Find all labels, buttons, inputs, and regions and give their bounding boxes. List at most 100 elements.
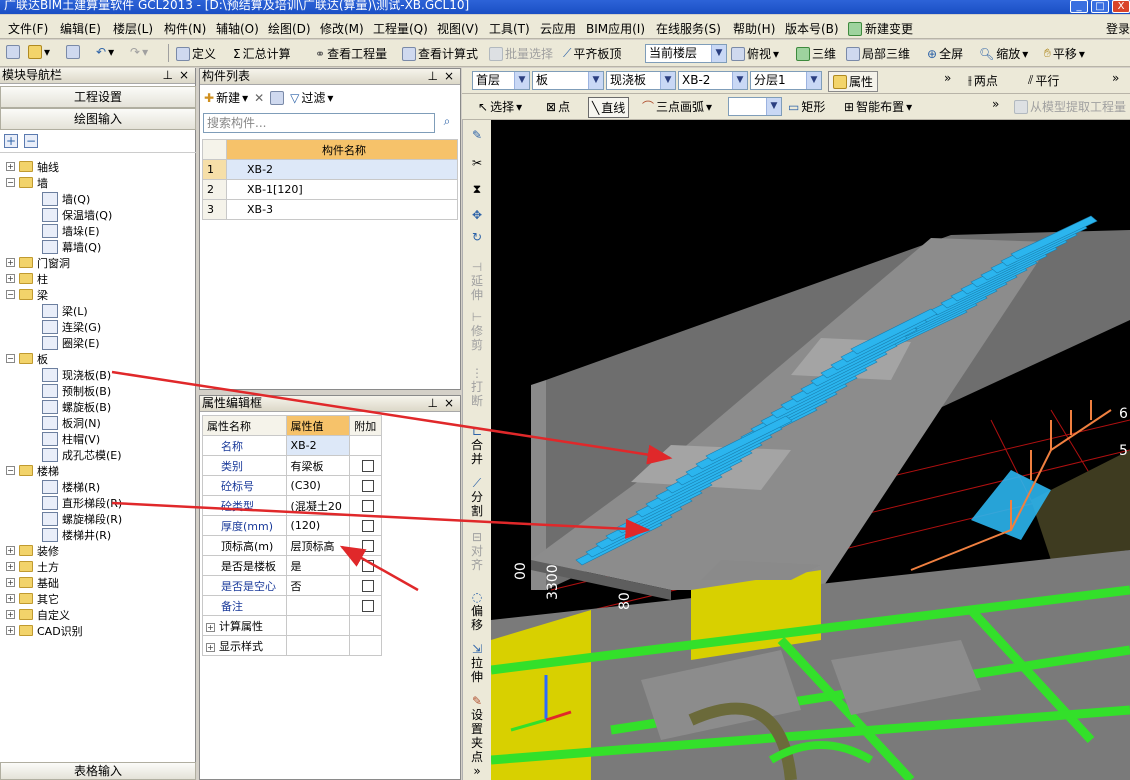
collapse-icon[interactable]: − — [6, 354, 15, 363]
copy-icon[interactable] — [270, 90, 285, 105]
menu-quantity[interactable]: 工程量(Q) — [373, 20, 428, 37]
expand-icon[interactable]: + — [6, 162, 15, 171]
batch-select-button[interactable]: 批量选择 — [489, 45, 553, 62]
menu-draw[interactable]: 绘图(D) — [268, 20, 311, 37]
property-row[interactable]: 是否是楼板是 — [202, 555, 382, 576]
property-row[interactable]: 名称 XB-2 — [202, 435, 382, 456]
extra-checkbox[interactable] — [361, 460, 374, 472]
menu-online[interactable]: 在线服务(S) — [656, 20, 721, 37]
table-row[interactable]: 1 XB-2 — [202, 159, 458, 180]
line-button[interactable]: ╲ 直线 — [588, 97, 630, 118]
extra-checkbox[interactable] — [361, 520, 374, 532]
menu-floor[interactable]: 楼层(L) — [113, 20, 153, 37]
floor-select[interactable]: 首层 ▼ — [472, 71, 530, 90]
two-point-button[interactable]: ⫲ 两点 — [968, 72, 998, 89]
property-row[interactable]: 类别 有梁板 — [202, 455, 382, 476]
trim-button[interactable]: ⊢ 修剪 — [469, 310, 485, 352]
expand-icon[interactable]: + — [6, 562, 15, 571]
login-link[interactable]: 登录 — [1106, 20, 1130, 37]
expand-icon[interactable]: + — [206, 622, 215, 632]
extract-qty-button[interactable]: 从模型提取工程量 — [1014, 98, 1126, 115]
menu-file[interactable]: 文件(F) — [8, 20, 48, 37]
offset-button[interactable]: ◌ 偏移 — [469, 590, 485, 632]
more-chevron-icon[interactable]: » — [944, 71, 951, 85]
break-button[interactable]: ⋮ 打断 — [469, 366, 485, 408]
delete-icon[interactable]: ✕ — [254, 91, 264, 105]
tree-leaf[interactable]: 墙垛(E) — [42, 223, 100, 238]
expand-icon[interactable]: + — [206, 642, 215, 652]
draw-input-button[interactable]: 绘图输入 — [0, 108, 196, 130]
tree-leaf[interactable]: 楼梯(R) — [42, 479, 100, 494]
layer-select[interactable]: 分层1 ▼ — [750, 71, 822, 90]
component-name-cell[interactable]: XB-1[120] — [226, 179, 458, 200]
new-component-button[interactable]: ✚ 新建 ▾ — [204, 89, 248, 106]
three-d-button[interactable]: 三维 — [796, 45, 836, 62]
extra-checkbox[interactable] — [361, 480, 374, 492]
tree-leaf[interactable]: 幕墙(Q) — [42, 239, 101, 254]
search-icon[interactable]: ⌕ — [438, 114, 456, 132]
scissors-icon[interactable]: ✂ — [469, 156, 485, 170]
property-row[interactable]: 是否是空心否 — [202, 575, 382, 596]
menu-modify[interactable]: 修改(M) — [320, 20, 364, 37]
arc-option-select[interactable]: ▼ — [728, 97, 782, 116]
collapse-icon[interactable]: − — [6, 178, 15, 187]
pan-button[interactable]: ✋︎ 平移 ▾ — [1044, 45, 1085, 62]
close-button[interactable]: X — [1112, 0, 1130, 13]
mirror-icon[interactable]: ⧗ — [469, 182, 485, 196]
tree-leaf[interactable]: 楼梯井(R) — [42, 527, 111, 542]
minimize-button[interactable]: _ — [1070, 0, 1088, 13]
zoom-button[interactable]: 🔍︎ 缩放 ▾ — [979, 45, 1028, 62]
property-row[interactable]: 砼标号 (C30) — [202, 475, 382, 496]
property-value[interactable] — [285, 595, 351, 616]
type-select[interactable]: 板 ▼ — [532, 71, 604, 90]
tree-leaf[interactable]: 现浇板(B) — [42, 367, 111, 382]
more-chevron-icon[interactable]: » — [469, 764, 485, 778]
tree-group[interactable]: + 基础 — [6, 575, 59, 590]
extra-checkbox[interactable] — [361, 600, 374, 612]
property-value[interactable]: 否 — [285, 575, 351, 596]
collapse-icon[interactable]: − — [6, 290, 15, 299]
view-qty-button[interactable]: ⚭ 查看工程量 — [315, 45, 387, 62]
tree-leaf[interactable]: 成孔芯模(E) — [42, 447, 122, 462]
3d-viewport[interactable]: 3300 00 80 6 5 — [491, 120, 1130, 780]
property-value[interactable]: (C30) — [285, 475, 351, 496]
extra-checkbox[interactable] — [361, 580, 374, 592]
align-button[interactable]: ⊟ 对齐 — [469, 530, 485, 572]
brush-icon[interactable]: ✎ — [469, 128, 485, 142]
split-button[interactable]: ⟋ 分割 — [469, 476, 485, 518]
component-name-cell[interactable]: XB-2 — [226, 159, 458, 180]
tree-leaf[interactable]: 连梁(G) — [42, 319, 101, 334]
tree-group[interactable]: − 墙 — [6, 175, 48, 190]
table-row[interactable]: 2 XB-1[120] — [202, 179, 458, 200]
project-settings-button[interactable]: 工程设置 — [0, 86, 196, 108]
property-value[interactable]: (120) — [285, 515, 351, 536]
tree-group[interactable]: + 土方 — [6, 559, 59, 574]
menu-version[interactable]: 版本号(B) — [785, 20, 839, 37]
tree-group[interactable]: + 装修 — [6, 543, 59, 558]
tree-group[interactable]: + 门窗洞 — [6, 255, 70, 270]
property-row[interactable]: 顶标高(m) 层顶标高 — [202, 535, 382, 556]
menu-view[interactable]: 视图(V) — [437, 20, 479, 37]
rotate-icon[interactable]: ↻ — [469, 230, 485, 244]
local-3d-button[interactable]: 局部三维 — [846, 45, 910, 62]
property-value[interactable]: (混凝土20 — [285, 495, 351, 516]
menu-help[interactable]: 帮助(H) — [733, 20, 775, 37]
summary-button[interactable]: Σ 汇总计算 — [233, 45, 291, 62]
property-row[interactable]: 砼类型 (混凝土20 — [202, 495, 382, 516]
fullscreen-button[interactable]: ⊕ 全屏 — [927, 45, 963, 62]
menu-cloud[interactable]: 云应用 — [540, 20, 576, 37]
expand-icon[interactable]: + — [6, 578, 15, 587]
property-value[interactable]: XB-2 — [285, 435, 351, 456]
close-icon[interactable]: × — [179, 68, 189, 83]
table-row[interactable]: 3 XB-3 — [202, 199, 458, 220]
tree-leaf[interactable]: 预制板(B) — [42, 383, 111, 398]
pin-icon[interactable]: ⊥ — [163, 68, 173, 83]
property-button[interactable]: 属性 — [828, 71, 879, 92]
tree-group[interactable]: + 自定义 — [6, 607, 70, 622]
model-canvas[interactable]: 3300 00 80 6 5 — [491, 120, 1130, 780]
tree-leaf[interactable]: 螺旋梯段(R) — [42, 511, 122, 526]
expand-icon[interactable]: + — [6, 626, 15, 635]
menu-component[interactable]: 构件(N) — [164, 20, 206, 37]
select-button[interactable]: ↖ 选择 ▾ — [478, 98, 522, 115]
undo-button[interactable]: ↶ ▾ — [96, 45, 114, 59]
